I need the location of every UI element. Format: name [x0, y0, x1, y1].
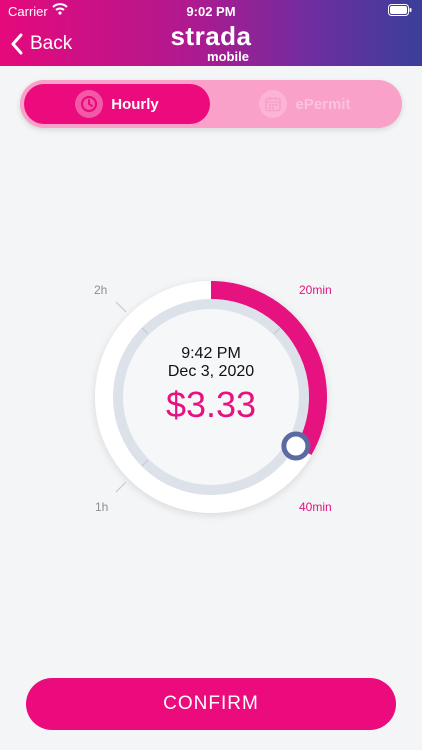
- dial-label-40min: 40min: [299, 500, 332, 514]
- dial-label-1h: 1h: [95, 500, 109, 514]
- confirm-button[interactable]: CONFIRM: [26, 678, 396, 730]
- end-date: Dec 3, 2020: [167, 363, 255, 380]
- end-time: 9:42 PM: [181, 345, 241, 362]
- dial-label-2h: 2h: [94, 283, 108, 297]
- dial-label-20min: 20min: [299, 283, 332, 297]
- dial-handle[interactable]: [281, 431, 311, 461]
- parking-price: $3.33: [165, 384, 257, 425]
